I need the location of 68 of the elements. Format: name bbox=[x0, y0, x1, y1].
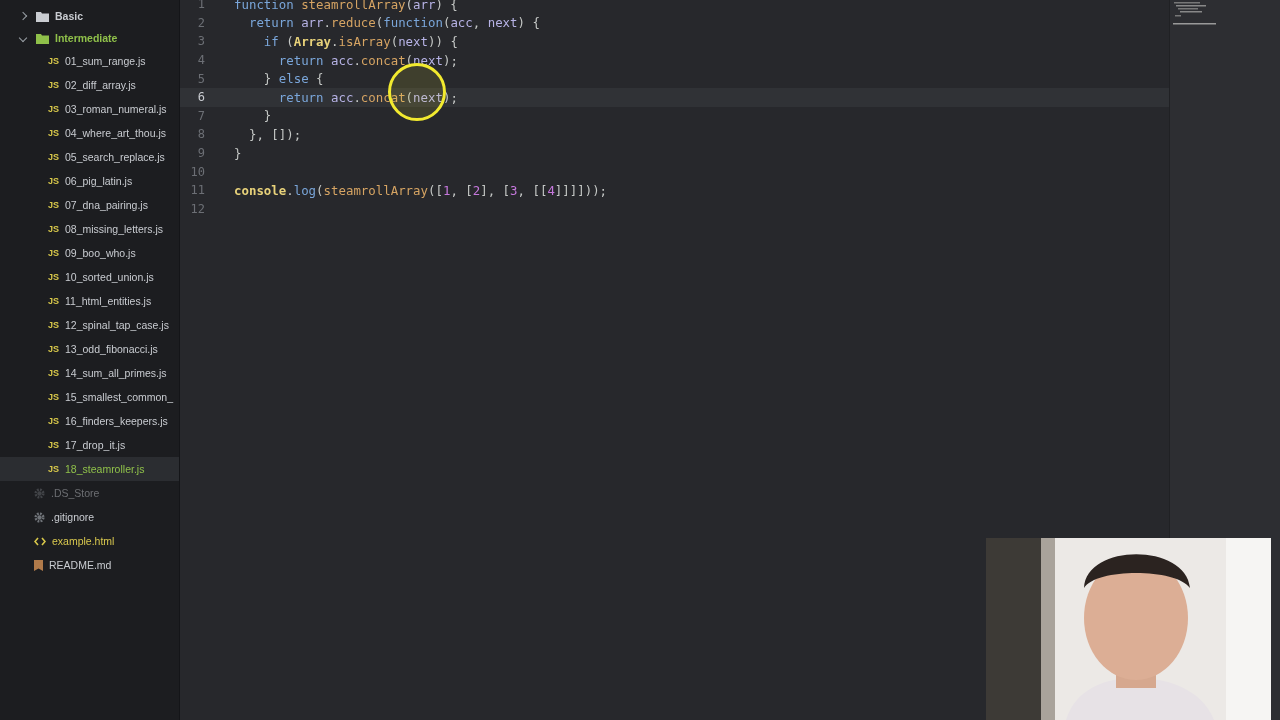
file-type-label: JS bbox=[48, 272, 59, 282]
file-type-label: JS bbox=[48, 344, 59, 354]
line-number: 3 bbox=[196, 34, 205, 49]
line-number: 4 bbox=[196, 53, 205, 68]
file-name[interactable]: 15_smallest_common_ bbox=[65, 391, 173, 403]
file-name[interactable]: 12_spinal_tap_case.js bbox=[65, 319, 169, 331]
file-name[interactable]: 03_roman_numeral.js bbox=[65, 103, 167, 115]
file-name[interactable]: example.html bbox=[52, 535, 115, 547]
line-number: 8 bbox=[196, 127, 205, 142]
file-type-label: JS bbox=[48, 392, 59, 402]
file-type-label: JS bbox=[48, 416, 59, 426]
code-line: } bbox=[234, 145, 242, 161]
folder-name[interactable]: Basic bbox=[55, 10, 84, 22]
folder-icon bbox=[36, 32, 49, 44]
file-name[interactable]: 16_finders_keepers.js bbox=[65, 415, 168, 427]
line-number: 11 bbox=[189, 183, 205, 198]
line-number: 12 bbox=[189, 201, 205, 216]
file-name[interactable]: 05_search_replace.js bbox=[65, 151, 165, 163]
file-name[interactable]: 06_pig_latin.js bbox=[65, 175, 133, 187]
file-type-label: JS bbox=[48, 80, 59, 90]
gear-icon bbox=[34, 487, 45, 499]
file-name[interactable]: 14_sum_all_primes.js bbox=[65, 367, 167, 379]
code-line: } else { bbox=[262, 71, 324, 87]
line-number: 1 bbox=[196, 0, 205, 12]
line-number: 7 bbox=[196, 108, 205, 123]
file-name[interactable]: 08_missing_letters.js bbox=[65, 223, 164, 235]
code-icon bbox=[34, 536, 46, 546]
file-name[interactable]: 07_dna_pairing.js bbox=[65, 199, 148, 211]
file-name[interactable]: 17_drop_it.js bbox=[65, 439, 126, 451]
folder-icon bbox=[36, 10, 49, 22]
code-line: function steamrollArray(arr) { bbox=[234, 0, 458, 12]
file-type-label: JS bbox=[48, 464, 59, 474]
line-number: 2 bbox=[196, 15, 205, 30]
code-line: return arr.reduce(function(acc, next) { bbox=[247, 15, 540, 31]
file-type-label: JS bbox=[48, 104, 59, 114]
file-type-label: JS bbox=[48, 224, 59, 234]
line-number: 10 bbox=[189, 164, 205, 179]
file-type-label: JS bbox=[48, 152, 59, 162]
file-name[interactable]: README.md bbox=[49, 559, 112, 571]
file-type-label: JS bbox=[48, 248, 59, 258]
file-type-label: JS bbox=[48, 320, 59, 330]
file-name[interactable]: 01_sum_range.js bbox=[65, 55, 146, 67]
file-name[interactable]: 02_diff_array.js bbox=[65, 79, 136, 91]
folder-name[interactable]: Intermediate bbox=[55, 32, 118, 44]
file-name[interactable]: 04_where_art_thou.js bbox=[65, 127, 166, 139]
code-line: } bbox=[262, 108, 272, 124]
file-name[interactable]: 11_html_entities.js bbox=[65, 295, 152, 307]
file-type-label: JS bbox=[48, 56, 59, 66]
file-name[interactable]: 09_boo_who.js bbox=[65, 247, 136, 259]
file-name[interactable]: 18_steamroller.js bbox=[65, 463, 145, 475]
file-type-label: JS bbox=[48, 128, 59, 138]
file-name[interactable]: 10_sorted_union.js bbox=[65, 271, 154, 283]
gear-icon bbox=[34, 511, 45, 523]
code-line: }, []); bbox=[247, 126, 302, 142]
file-type-label: JS bbox=[48, 440, 59, 450]
file-type-label: JS bbox=[48, 200, 59, 210]
line-number: 5 bbox=[196, 71, 205, 86]
code-line: console.log(steamrollArray([1, [2], [3, [[4]]]])); bbox=[234, 182, 608, 198]
minimap-drawing[interactable] bbox=[1172, 2, 1217, 26]
line-number: 6 bbox=[196, 90, 205, 105]
file-type-label: JS bbox=[48, 368, 59, 378]
code-line: if (Array.isArray(next)) { bbox=[262, 34, 458, 49]
line-number: 9 bbox=[196, 146, 205, 161]
file-type-label: JS bbox=[48, 176, 59, 186]
file-type-label: JS bbox=[48, 296, 59, 306]
file-name[interactable]: 13_odd_fibonacci.js bbox=[65, 343, 158, 355]
book-icon bbox=[34, 559, 43, 571]
file-name[interactable]: .gitignore bbox=[51, 511, 95, 523]
